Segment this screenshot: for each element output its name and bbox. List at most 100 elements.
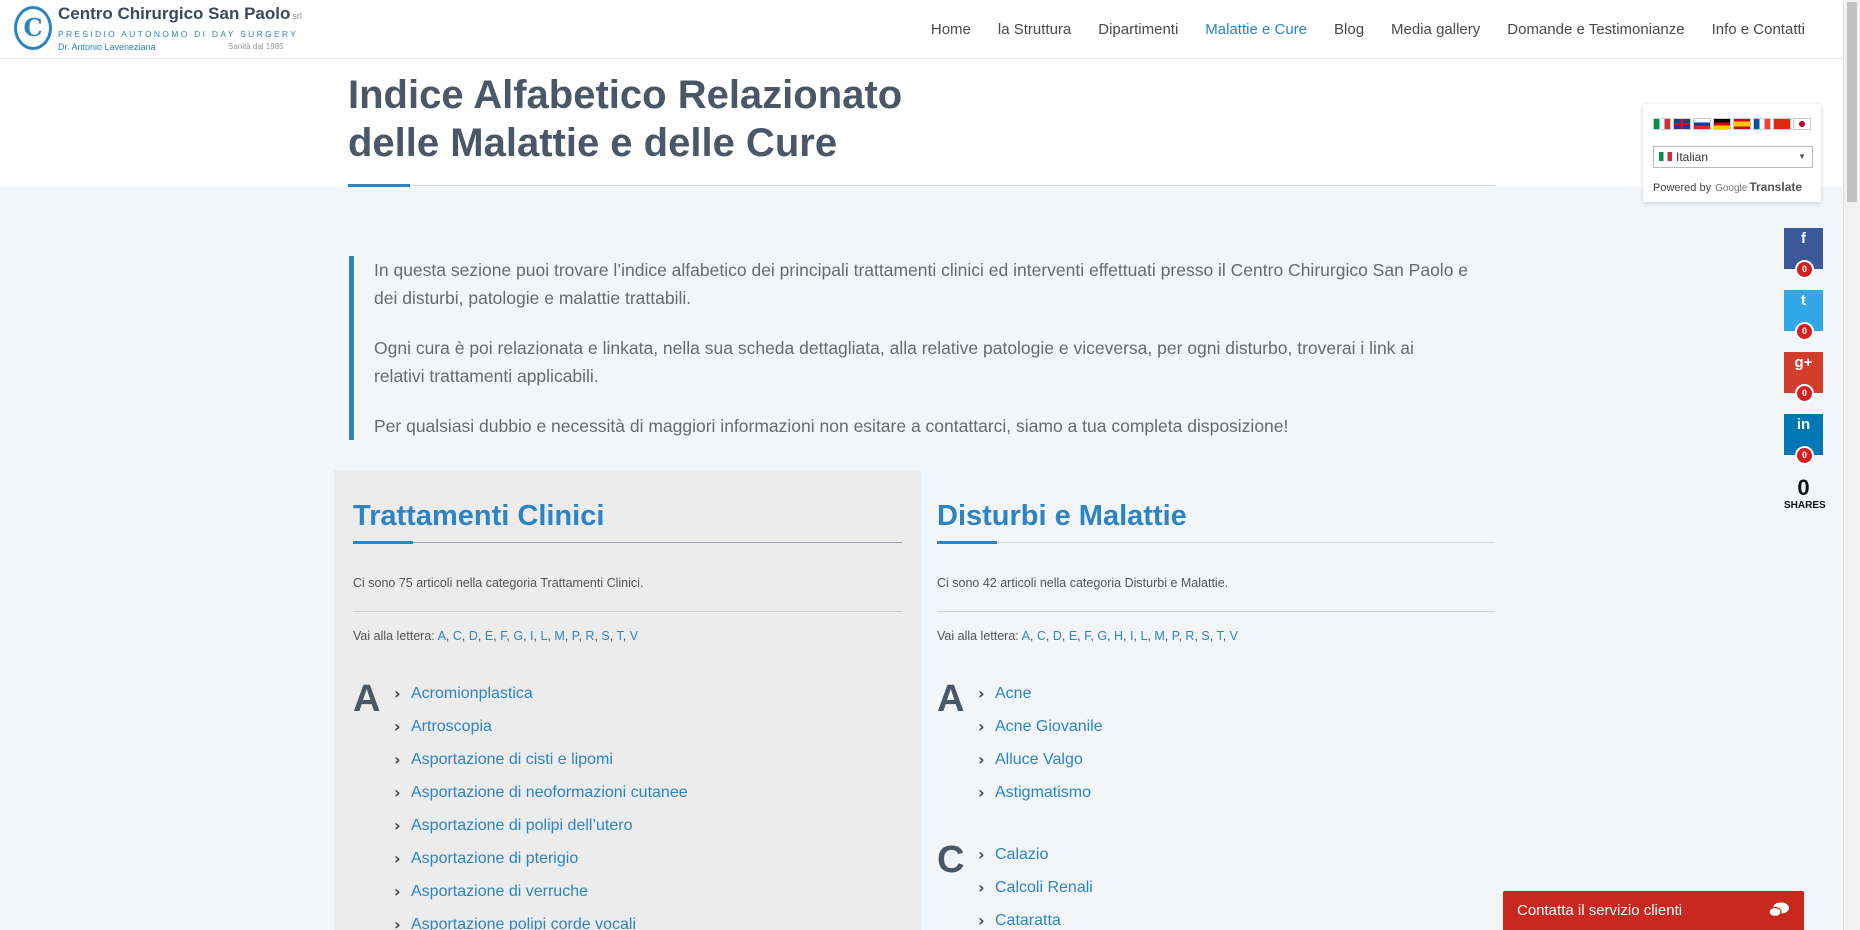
letter-jump-link[interactable]: S [601,629,609,643]
letter-jump-link[interactable]: M [554,629,564,643]
page-scrollbar[interactable] [1843,0,1860,930]
nav-blog[interactable]: Blog [1334,21,1364,38]
share-twitter-button[interactable]: t 0 [1784,290,1823,341]
letter-jump-link[interactable]: D [469,629,478,643]
list-item: › Asportazione polipi corde vocali [394,915,688,930]
flag-ru-icon[interactable] [1693,118,1711,130]
treatments-title-accent [353,541,413,544]
nav-dipartimenti[interactable]: Dipartimenti [1098,21,1178,38]
disease-link[interactable]: Acne Giovanile [995,717,1103,737]
chevron-right-icon: › [978,878,985,897]
main-nav: Home la Struttura Dipartimenti Malattie … [904,21,1805,38]
group-letter: A [353,678,381,720]
treatments-separator [353,611,902,612]
logo-subtitle: PRESIDIO AUTONOMO DI DAY SURGERY [58,29,299,39]
treatment-link[interactable]: Asportazione di neoformazioni cutanee [411,783,688,803]
list-item: › Calcoli Renali [978,878,1093,911]
letter-separator: , [445,629,453,643]
language-flags [1653,118,1811,130]
logo-since: Sanità dal 1985 [228,42,284,51]
flag-fr-icon[interactable] [1753,118,1771,130]
letter-jump-link[interactable]: V [1230,629,1238,643]
share-linkedin-button[interactable]: in 0 [1784,414,1823,465]
letter-jump-link[interactable]: S [1201,629,1209,643]
letter-jump-link[interactable]: V [630,629,638,643]
list-item: › Cataratta [978,911,1093,930]
letter-jump-link[interactable]: E [1069,629,1077,643]
letter-jump-link[interactable]: A [438,629,446,643]
disease-link[interactable]: Calazio [995,845,1048,865]
share-total: 0 SHARES [1784,475,1826,512]
nav-media-gallery[interactable]: Media gallery [1391,21,1480,38]
chevron-right-icon: › [394,816,401,835]
letter-jump-link[interactable]: G [513,629,523,643]
powered-by-google-translate[interactable]: Powered by Google Translate [1653,180,1802,194]
scrollbar-thumb[interactable] [1847,2,1857,202]
facebook-icon: f [1801,230,1806,247]
nav-info-contatti[interactable]: Info e Contatti [1712,21,1805,38]
flag-jp-icon[interactable] [1793,118,1811,130]
diseases-title[interactable]: Disturbi e Malattie [937,500,1187,533]
nav-home[interactable]: Home [931,21,971,38]
treatment-link[interactable]: Asportazione polipi corde vocali [411,915,636,930]
language-select[interactable]: Italian ▼ [1653,146,1813,168]
group-letter: C [937,839,965,881]
letter-separator: , [1164,629,1172,643]
treatment-link[interactable]: Asportazione di cisti e lipomi [411,750,613,770]
list-item: › Asportazione di cisti e lipomi [394,750,688,783]
list-item: › Asportazione di polipi dell’utero [394,816,688,849]
treatment-link[interactable]: Artroscopia [411,717,492,737]
share-facebook-button[interactable]: f 0 [1784,228,1823,279]
intro-blockquote: In questa sezione puoi trovare l’indice … [349,256,1469,440]
chevron-right-icon: › [978,750,985,769]
diseases-title-accent [937,541,997,544]
disease-link[interactable]: Acne [995,684,1031,704]
list-item: › Acromionplastica [394,684,688,717]
disease-link[interactable]: Alluce Valgo [995,750,1083,770]
flag-it-icon[interactable] [1653,118,1671,130]
disease-link[interactable]: Calcoli Renali [995,878,1093,898]
letter-jump-link[interactable]: G [1097,629,1107,643]
nav-domande-testimonianze[interactable]: Domande e Testimonianze [1507,21,1684,38]
letter-separator: , [1107,629,1115,643]
diseases-count: Ci sono 42 articoli nella categoria Dist… [937,576,1229,590]
flag-cn-icon[interactable] [1773,118,1791,130]
flag-gb-icon[interactable] [1673,118,1691,130]
letter-jump-link[interactable]: C [453,629,462,643]
customer-service-chat-button[interactable]: Contatta il servizio clienti [1503,891,1804,930]
disease-link[interactable]: Astigmatismo [995,783,1091,803]
treatment-link[interactable]: Acromionplastica [411,684,533,704]
letter-separator: , [523,629,531,643]
treatment-link[interactable]: Asportazione di verruche [411,882,588,902]
chevron-right-icon: › [978,783,985,802]
treatments-list: › Acromionplastica › Artroscopia › Asportaz… [394,684,688,930]
chevron-right-icon: › [978,911,985,930]
letter-jump-link[interactable]: A [1022,629,1030,643]
treatments-title[interactable]: Trattamenti Clinici [353,500,604,533]
letter-jump-link[interactable]: E [485,629,493,643]
letter-jump-link[interactable]: M [1154,629,1164,643]
treatment-link[interactable]: Asportazione di polipi dell’utero [411,816,632,836]
intro-paragraph: In questa sezione puoi trovare l’indice … [374,260,1469,308]
google-plus-icon: g+ [1794,354,1813,371]
letter-jump-link[interactable]: C [1037,629,1046,643]
letter-separator: , [1123,629,1130,643]
letter-separator: , [622,629,630,643]
letter-jump-link[interactable]: D [1053,629,1062,643]
share-google-plus-button[interactable]: g+ 0 [1784,352,1823,403]
treatment-link[interactable]: Asportazione di pterigio [411,849,578,869]
flag-es-icon[interactable] [1733,118,1751,130]
logo-emblem-icon: C [14,6,52,50]
list-item: › Asportazione di neoformazioni cutanee [394,783,688,816]
share-count-badge: 0 [1795,384,1814,403]
flag-de-icon[interactable] [1713,118,1731,130]
site-logo[interactable]: C Centro Chirurgico San Paolo srl PRESIDI… [14,4,304,54]
disease-link[interactable]: Cataratta [995,911,1061,930]
nav-struttura[interactable]: la Struttura [998,21,1071,38]
chat-bubbles-icon [1768,902,1789,918]
letter-jump-link[interactable]: H [1114,629,1123,643]
chevron-right-icon: › [394,684,401,703]
chevron-right-icon: › [394,882,401,901]
nav-malattie-cure[interactable]: Malattie e Cure [1205,21,1307,38]
chevron-right-icon: › [394,717,401,736]
